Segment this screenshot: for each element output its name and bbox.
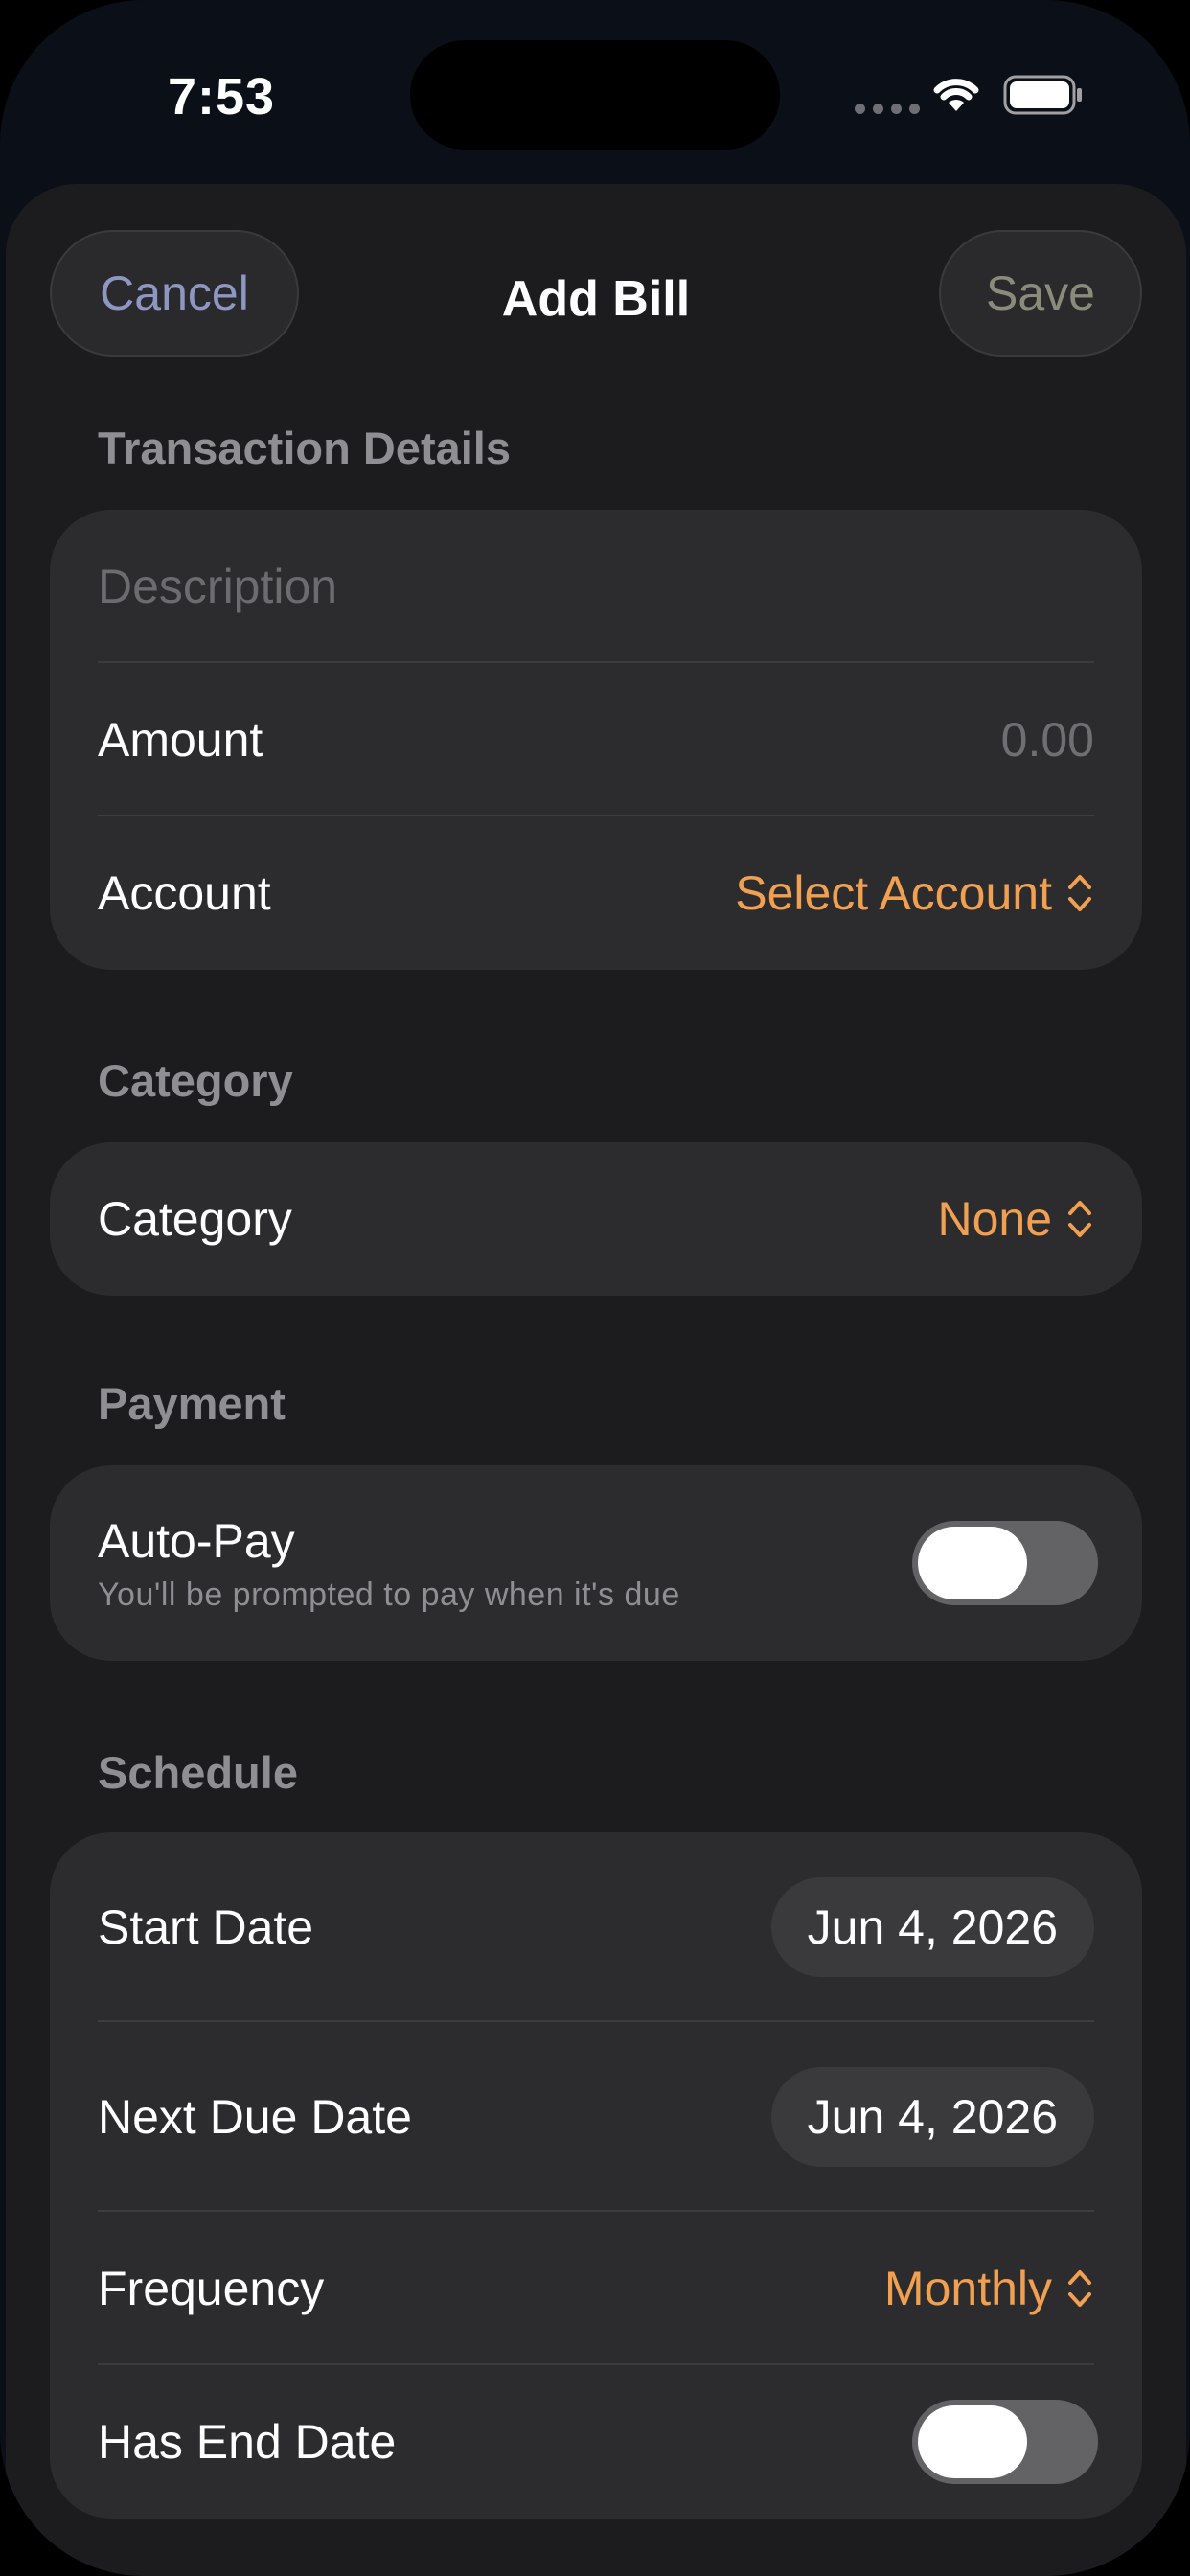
section-header-payment: Payment xyxy=(98,1378,286,1429)
autopay-toggle[interactable] xyxy=(912,1521,1098,1605)
start-date-picker[interactable]: Jun 4, 2026 xyxy=(770,1877,1094,1977)
description-row[interactable]: Description xyxy=(50,510,1142,663)
amount-label: Amount xyxy=(98,713,263,767)
chevron-updown-icon xyxy=(1068,1201,1091,1237)
status-time: 7:53 xyxy=(168,68,276,126)
category-card: Category None xyxy=(50,1142,1142,1296)
section-header-category: Category xyxy=(98,1055,293,1106)
frequency-row[interactable]: Frequency Monthly xyxy=(50,2212,1142,2365)
chevron-updown-icon xyxy=(1068,2270,1091,2307)
save-button[interactable]: Save xyxy=(939,230,1142,356)
category-row[interactable]: Category None xyxy=(50,1142,1142,1296)
start-date-label: Start Date xyxy=(98,1900,314,1954)
frequency-picker[interactable]: Monthly xyxy=(884,2261,1094,2316)
account-picker[interactable]: Select Account xyxy=(735,865,1094,921)
dynamic-island xyxy=(410,40,780,150)
chevron-updown-icon xyxy=(1068,875,1091,911)
payment-card: Auto-Pay You'll be prompted to pay when … xyxy=(50,1465,1142,1661)
next-due-date-picker[interactable]: Jun 4, 2026 xyxy=(770,2067,1094,2167)
screen: 7:53 Cancel Add Bill Save Transaction De… xyxy=(0,0,1190,2576)
next-due-date-label: Next Due Date xyxy=(98,2090,412,2144)
has-end-date-toggle[interactable] xyxy=(912,2400,1098,2484)
account-label: Account xyxy=(98,866,271,920)
transaction-card: Description Amount 0.00 Account Select A… xyxy=(50,510,1142,970)
amount-row[interactable]: Amount 0.00 xyxy=(50,663,1142,816)
has-end-date-toggle-knob xyxy=(918,2405,1027,2478)
category-picker[interactable]: None xyxy=(937,1191,1094,1247)
next-due-date-row: Next Due Date Jun 4, 2026 xyxy=(50,2022,1142,2212)
autopay-label: Auto-Pay xyxy=(98,1513,295,1568)
frequency-picker-value: Monthly xyxy=(883,2262,1052,2315)
schedule-card: Start Date Jun 4, 2026 Next Due Date Jun… xyxy=(50,1832,1142,2518)
section-header-schedule: Schedule xyxy=(98,1747,298,1798)
autopay-text: Auto-Pay You'll be prompted to pay when … xyxy=(98,1513,680,1614)
wifi-icon xyxy=(933,79,979,111)
has-end-date-label: Has End Date xyxy=(98,2415,397,2469)
amount-input[interactable]: 0.00 xyxy=(1001,712,1094,768)
start-date-row: Start Date Jun 4, 2026 xyxy=(50,1832,1142,2022)
battery-icon xyxy=(1003,75,1082,115)
cellular-signal-icon xyxy=(855,104,920,114)
add-bill-sheet: Cancel Add Bill Save Transaction Details… xyxy=(6,184,1186,2576)
account-picker-value: Select Account xyxy=(735,866,1052,920)
has-end-date-row: Has End Date xyxy=(50,2365,1142,2518)
description-input[interactable]: Description xyxy=(98,559,337,614)
autopay-subtitle: You'll be prompted to pay when it's due xyxy=(98,1576,680,1613)
autopay-toggle-knob xyxy=(918,1527,1027,1599)
autopay-row: Auto-Pay You'll be prompted to pay when … xyxy=(50,1465,1142,1661)
category-label: Category xyxy=(98,1192,292,1246)
frequency-label: Frequency xyxy=(98,2262,325,2315)
account-row[interactable]: Account Select Account xyxy=(50,816,1142,970)
section-header-transaction: Transaction Details xyxy=(98,423,511,473)
category-picker-value: None xyxy=(937,1192,1052,1246)
